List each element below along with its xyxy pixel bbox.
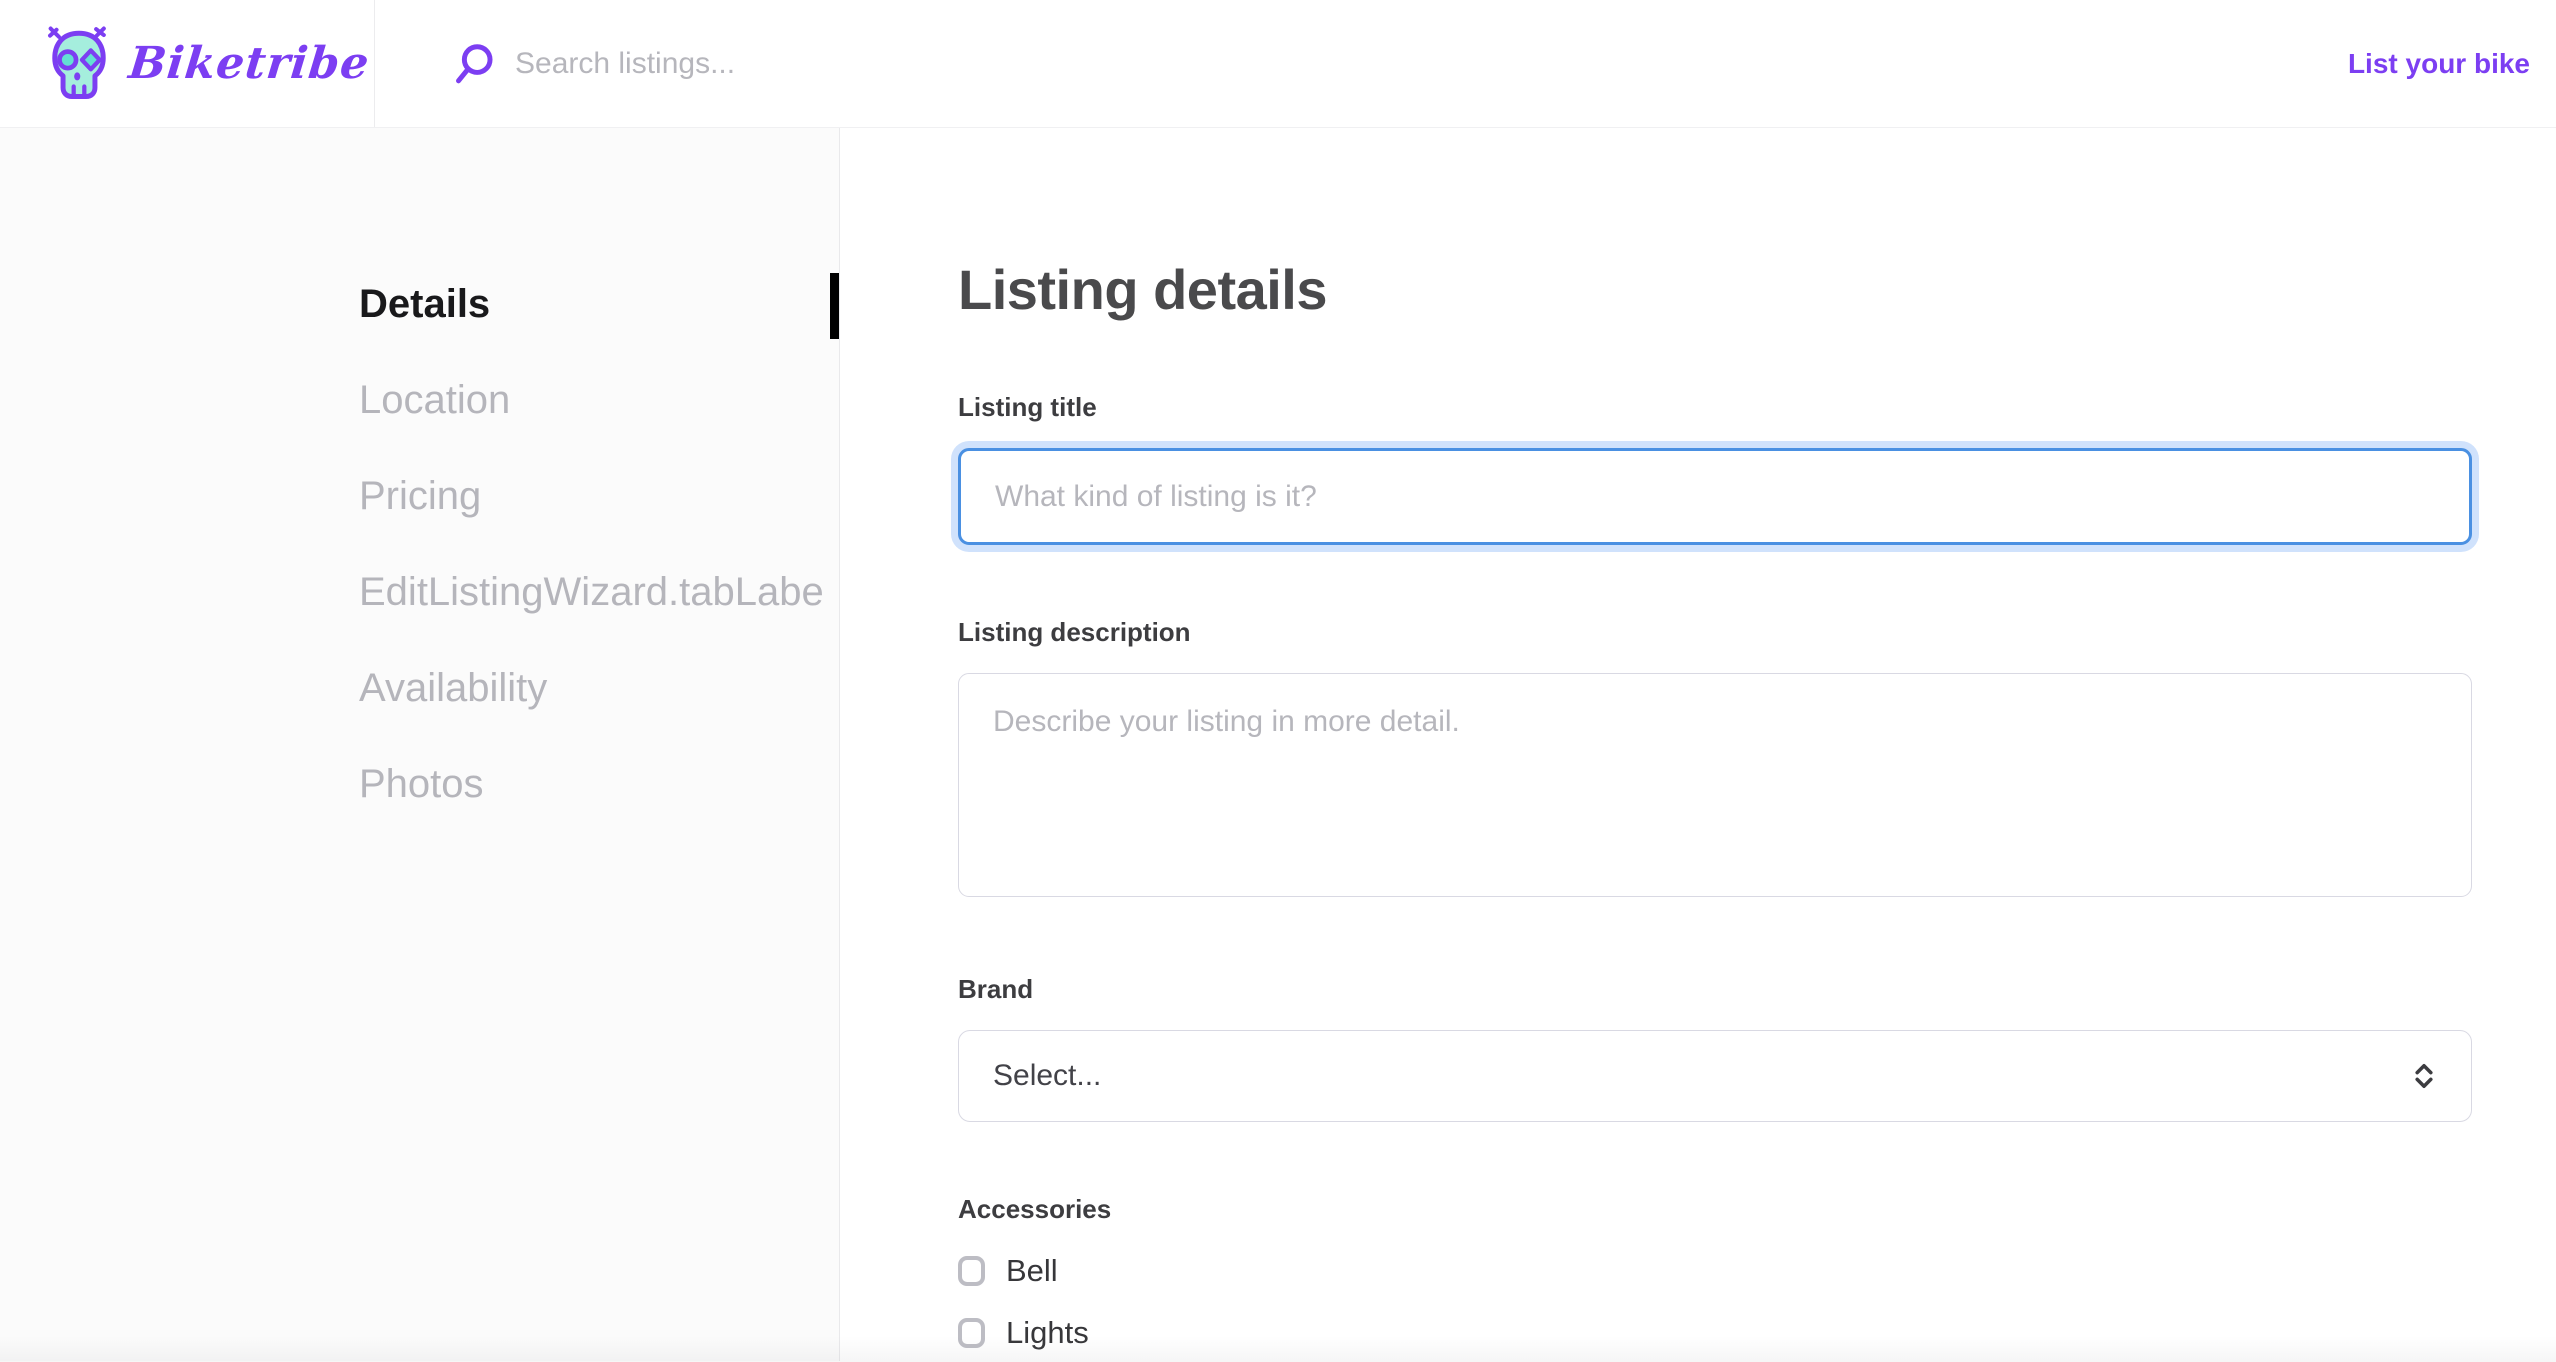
listing-details-panel: Listing details Listing title Listing de… (840, 128, 2556, 1361)
tab-photos[interactable]: Photos (359, 760, 839, 808)
listing-description-textarea[interactable] (958, 673, 2472, 897)
accessory-option-lights[interactable]: Lights (958, 1312, 2472, 1354)
wizard-sidebar: Details Location Pricing EditListingWiza… (0, 128, 840, 1361)
brand-label: Brand (958, 972, 2472, 1006)
accessories-group: Accessories Bell Lights (958, 1192, 2472, 1354)
brand-wordmark: Biketribe (126, 38, 372, 89)
active-tab-indicator (830, 273, 839, 339)
bell-checkbox[interactable] (958, 1256, 985, 1286)
tab-pricing[interactable]: Pricing (359, 472, 839, 520)
listing-title-group: Listing title (958, 390, 2472, 545)
topbar: Biketribe List your bike (0, 0, 2556, 128)
tab-editlistingwizard-tablabel[interactable]: EditListingWizard.tabLabe (359, 568, 839, 616)
brand-select[interactable]: Select... (958, 1030, 2472, 1122)
accessories-label: Accessories (958, 1192, 2472, 1226)
bell-checkbox-label[interactable]: Bell (1006, 1250, 1058, 1292)
search-input[interactable] (515, 47, 1415, 81)
tab-details[interactable]: Details (359, 280, 839, 328)
wizard-tab-list: Details Location Pricing EditListingWiza… (0, 128, 839, 808)
lights-checkbox-label[interactable]: Lights (1006, 1312, 1089, 1354)
listing-title-label: Listing title (958, 390, 2472, 424)
search-bar (375, 0, 2348, 127)
tab-availability[interactable]: Availability (359, 664, 839, 712)
tab-location[interactable]: Location (359, 376, 839, 424)
chevrons-updown-icon (2407, 1059, 2441, 1093)
brand-group: Brand Select... (958, 972, 2472, 1122)
listing-description-label: Listing description (958, 615, 2472, 649)
listing-title-input[interactable] (958, 448, 2472, 545)
accessory-option-bell[interactable]: Bell (958, 1250, 2472, 1292)
search-icon (453, 42, 497, 86)
topbar-actions: List your bike (2348, 0, 2556, 127)
list-your-bike-link[interactable]: List your bike (2348, 48, 2530, 80)
listing-description-group: Listing description (958, 615, 2472, 902)
lights-checkbox[interactable] (958, 1318, 985, 1348)
page-title: Listing details (958, 258, 2472, 322)
content-row: Details Location Pricing EditListingWiza… (0, 128, 2556, 1361)
brand-select-value: Select... (993, 1059, 1101, 1093)
logo[interactable]: Biketribe (0, 0, 375, 127)
skull-icon (42, 25, 116, 103)
